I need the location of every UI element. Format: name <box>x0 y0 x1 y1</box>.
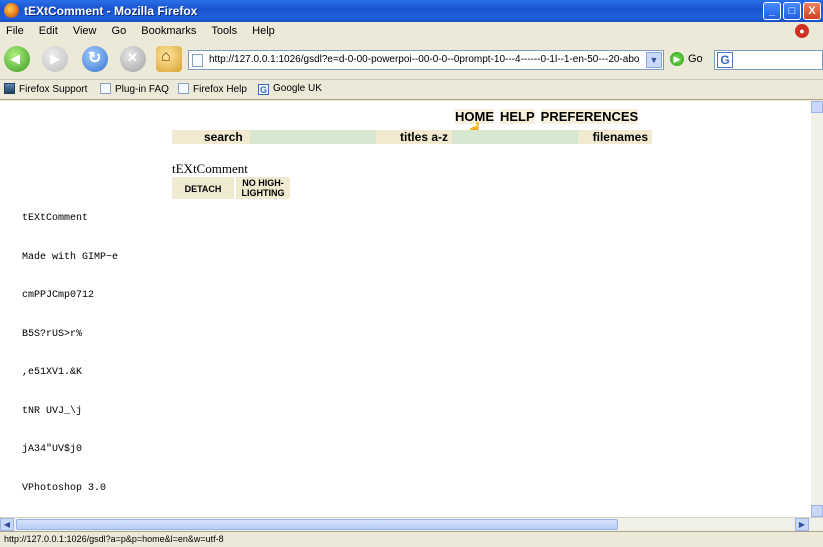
url-text[interactable]: http://127.0.0.1:1026/gsdl?e=d-0-00-powe… <box>209 54 639 65</box>
url-dropdown-icon[interactable]: ▼ <box>646 52 662 68</box>
address-bar[interactable]: http://127.0.0.1:1026/gsdl?e=d-0-00-powe… <box>188 50 664 70</box>
bookmark-google-uk[interactable]: G Google UK <box>258 83 322 95</box>
document-line: tEXtComment <box>22 213 89 224</box>
google-icon: G <box>258 84 269 95</box>
window-title: tEXtComment - Mozilla Firefox <box>24 4 198 18</box>
forward-button[interactable] <box>42 46 68 72</box>
reload-button[interactable] <box>82 46 108 72</box>
scroll-up-button[interactable] <box>811 101 823 113</box>
zine-icon <box>4 83 15 94</box>
status-text: http://127.0.0.1:1026/gsdl?a=p&p=home&l=… <box>4 534 224 544</box>
no-highlighting-button[interactable]: NO HIGH- LIGHTING <box>236 177 290 199</box>
scroll-left-icon[interactable]: ◀ <box>0 518 14 531</box>
search-bar[interactable]: G <box>714 50 823 70</box>
bookmark-label: Google UK <box>273 83 322 94</box>
stop-button[interactable] <box>120 46 146 72</box>
document-line: VPhotoshop 3.0 <box>22 482 107 494</box>
document-line: tNR UVJ_\j <box>22 405 83 417</box>
home-button[interactable] <box>156 46 182 72</box>
bookmark-firefox-support[interactable]: Firefox Support <box>4 83 87 95</box>
go-label: Go <box>688 52 703 65</box>
go-arrow-icon: ▶ <box>670 52 684 66</box>
page-icon <box>178 83 189 94</box>
bookmark-label: Firefox Help <box>193 84 247 95</box>
status-bar: http://127.0.0.1:1026/gsdl?a=p&p=home&l=… <box>0 531 823 547</box>
google-search-icon[interactable]: G <box>717 52 733 68</box>
document-line: cmPPJCmp0712 <box>22 290 95 301</box>
menu-file[interactable]: File <box>0 22 30 37</box>
menu-bar: File Edit View Go Bookmarks Tools Help <box>0 22 823 40</box>
scroll-right-icon[interactable]: ▶ <box>795 518 809 531</box>
firefox-icon <box>4 3 19 18</box>
search-nav-link[interactable]: search <box>172 130 250 144</box>
firefox-window: tEXtComment - Mozilla Firefox _ □ X File… <box>0 0 823 547</box>
menu-go[interactable]: Go <box>106 22 133 37</box>
vertical-scrollbar[interactable] <box>811 101 823 517</box>
document-title: tEXtComment <box>172 161 248 176</box>
nav-spacer <box>452 130 578 144</box>
bookmark-label: Firefox Support <box>19 84 88 95</box>
scroll-down-button[interactable] <box>811 505 823 517</box>
go-button[interactable]: ▶ Go <box>670 52 703 66</box>
menu-view[interactable]: View <box>67 22 103 37</box>
filenames-nav-link[interactable]: filenames <box>578 130 652 144</box>
horizontal-scrollbar[interactable]: ◀ ▶ <box>0 517 823 531</box>
bookmarks-toolbar: Firefox Support Plug-in FAQ Firefox Help… <box>0 80 823 100</box>
bookmark-firefox-help[interactable]: Firefox Help <box>178 83 247 95</box>
document-line: B5S?rUS>r% <box>22 328 83 340</box>
scroll-thumb[interactable] <box>16 519 618 530</box>
page-content: HOME HELP PREFERENCES ☝ search titles a-z … <box>0 101 811 517</box>
menu-tools[interactable]: Tools <box>205 22 243 37</box>
menu-bookmarks[interactable]: Bookmarks <box>135 22 202 37</box>
preferences-link[interactable]: PREFERENCES <box>540 109 639 124</box>
page-icon <box>192 54 203 67</box>
minimize-button[interactable]: _ <box>763 2 781 20</box>
bookmark-label: Plug-in FAQ <box>115 84 169 95</box>
activity-icon: ● <box>795 24 809 38</box>
nav-spacer <box>250 130 376 144</box>
navigation-toolbar: http://127.0.0.1:1026/gsdl?e=d-0-00-powe… <box>0 40 823 80</box>
title-bar[interactable]: tEXtComment - Mozilla Firefox _ □ X <box>0 0 823 22</box>
close-button[interactable]: X <box>803 2 821 20</box>
collection-nav-bar: search titles a-z filenames <box>172 130 652 144</box>
document-line: Made with GIMP~e <box>22 251 119 263</box>
bookmark-plugin-faq[interactable]: Plug-in FAQ <box>100 83 169 95</box>
document-line: jA34"UV$j0 <box>22 444 83 455</box>
detach-button[interactable]: DETACH <box>172 177 234 199</box>
help-link[interactable]: HELP <box>500 109 535 124</box>
back-button[interactable] <box>4 46 30 72</box>
document-text: tEXtComment Made with GIMP~e cmPPJCmp071… <box>22 213 118 517</box>
titles-nav-link[interactable]: titles a-z <box>376 130 452 144</box>
page-icon <box>100 83 111 94</box>
menu-edit[interactable]: Edit <box>33 22 64 37</box>
document-line: ,e51XV1.&K <box>22 367 83 378</box>
maximize-button[interactable]: □ <box>783 2 801 20</box>
menu-help[interactable]: Help <box>246 22 281 37</box>
